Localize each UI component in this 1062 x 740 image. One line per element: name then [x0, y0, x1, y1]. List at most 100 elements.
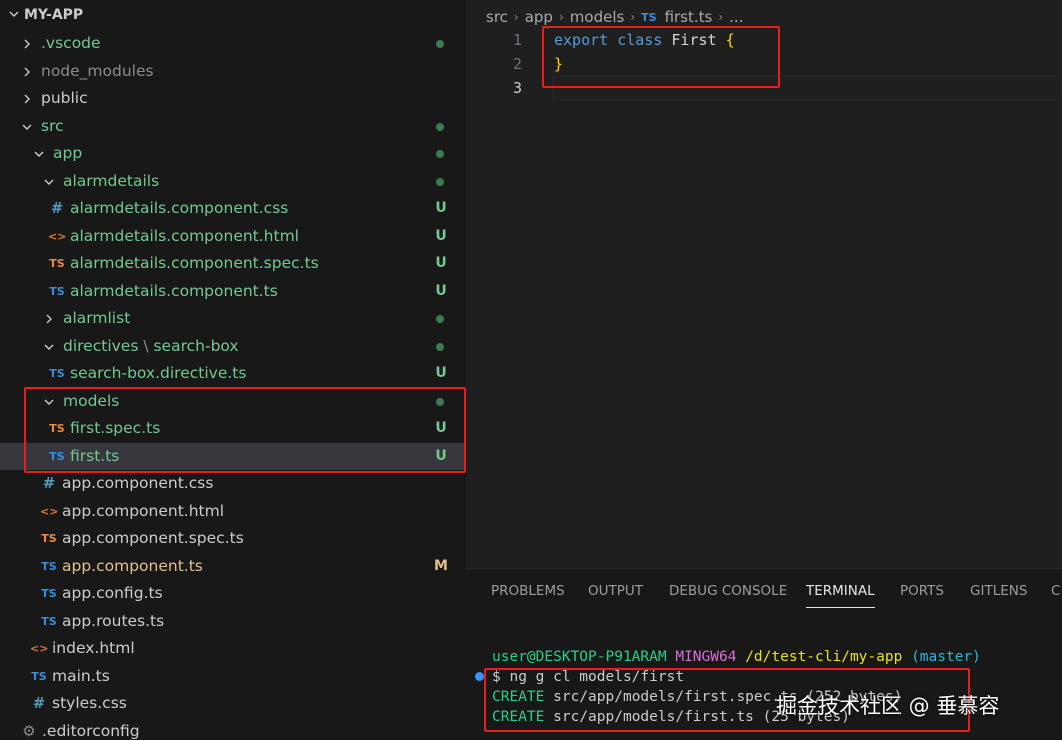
typescript-file-icon: TS — [41, 587, 57, 600]
watermark: 掘金技术社区 @ 垂慕容 — [776, 694, 1000, 718]
folder-row[interactable]: .vscode — [0, 30, 466, 57]
git-status-badge: U — [435, 227, 447, 244]
folder-row[interactable]: alarmdetails — [0, 168, 466, 195]
panel-tab-output[interactable]: OUTPUT — [588, 583, 643, 599]
typescript-file-icon: TS — [49, 367, 65, 380]
tree-item-label: first.spec.ts — [70, 419, 161, 437]
file-row[interactable]: # app.component.css — [0, 470, 466, 497]
typescript-file-icon: TS — [41, 532, 57, 545]
file-row[interactable]: TS app.component.spec.ts — [0, 525, 466, 552]
create-path: src/app/models/first.ts — [553, 709, 754, 725]
file-row[interactable]: # styles.css — [0, 690, 466, 717]
tree-item-label: app.component.html — [62, 501, 225, 520]
tree-item-label: alarmlist — [63, 309, 131, 327]
panel-tab-gitlens[interactable]: GITLENS — [970, 583, 1027, 599]
breadcrumb-item[interactable]: app — [525, 8, 553, 26]
code-line: 2} — [466, 52, 1062, 76]
terminal-command-marker — [475, 672, 484, 681]
css-file-icon: # — [50, 199, 64, 217]
chevron-down-icon — [44, 179, 54, 185]
folder-row[interactable]: node_modules — [0, 58, 466, 85]
tree-item-label: search-box.directive.ts — [70, 364, 247, 382]
breadcrumb-separator-icon: › — [630, 10, 636, 24]
code-line: 1 export class First { — [466, 28, 1062, 52]
git-changes-dot — [436, 40, 444, 48]
chevron-right-icon — [24, 39, 30, 49]
folder-row[interactable]: src — [0, 113, 466, 140]
git-changes-dot — [436, 397, 444, 406]
html-file-icon: <> — [40, 504, 59, 518]
git-changes-dot — [436, 150, 444, 158]
tree-item-label: app.component.spec.ts — [62, 529, 244, 547]
tree-item-label: alarmdetails.component.css — [70, 199, 289, 217]
file-row[interactable]: TS alarmdetails.component.spec.ts U — [0, 250, 466, 277]
chevron-down-icon — [44, 399, 54, 405]
file-row[interactable]: TS search-box.directive.ts U — [0, 360, 466, 387]
tree-item-label: .vscode — [41, 34, 101, 52]
file-row[interactable]: <> app.component.html — [0, 498, 466, 525]
tree-item-label: src — [41, 116, 64, 135]
file-row[interactable]: TS app.component.ts M — [0, 553, 466, 580]
panel-tab-terminal[interactable]: TERMINAL — [806, 583, 875, 608]
css-file-icon: # — [42, 474, 56, 492]
code-line: 3 — [466, 76, 1062, 100]
tree-item-label: models — [63, 391, 120, 410]
git-status-badge: U — [435, 365, 447, 381]
editor-area: src › app › models › TS first.ts ›... 1 export cl… — [466, 0, 1062, 568]
typescript-file-icon: TS — [49, 284, 65, 298]
folder-row[interactable]: public — [0, 85, 466, 112]
breadcrumb-item[interactable]: ... — [729, 8, 743, 26]
typescript-file-icon: TS — [31, 669, 47, 683]
panel-tab-debug-console[interactable]: DEBUG CONSOLE — [669, 583, 787, 599]
tree-item-label: styles.css — [52, 694, 127, 712]
chevron-right-icon — [24, 67, 30, 76]
chevron-right-icon — [24, 94, 30, 104]
file-row[interactable]: <> index.html — [0, 635, 466, 662]
breadcrumb-separator-icon: › — [718, 10, 724, 24]
explorer-sidebar: MY-APP .vscode node_modules public src app al… — [0, 0, 466, 740]
file-row[interactable]: TS first.ts U — [0, 442, 466, 470]
file-row[interactable]: TS alarmdetails.component.ts U — [0, 278, 466, 305]
file-row[interactable]: TS app.config.ts — [0, 580, 466, 607]
tree-item-label: .editorconfig — [42, 721, 140, 740]
typescript-file-icon: TS — [49, 449, 65, 463]
tree-item-label: app — [53, 144, 83, 162]
tree-item-label: app.component.css — [62, 474, 214, 492]
prompt-host: MINGW64 — [675, 649, 737, 665]
typescript-file-icon: TS — [41, 559, 57, 573]
git-changes-dot — [436, 315, 444, 323]
git-status-badge: M — [434, 557, 448, 574]
file-row[interactable]: # alarmdetails.component.css U — [0, 195, 466, 222]
breadcrumb-separator-icon: › — [558, 10, 564, 24]
file-row[interactable]: TS main.ts — [0, 663, 466, 690]
create-label: CREATE — [492, 689, 545, 705]
git-changes-dot — [436, 177, 444, 186]
breadcrumb-item[interactable]: models — [570, 8, 625, 26]
line-number: 2 — [512, 55, 522, 73]
folder-row[interactable]: models — [0, 388, 466, 415]
git-status-badge: U — [435, 200, 447, 216]
git-status-badge: U — [435, 255, 447, 271]
folder-row[interactable]: alarmlist — [0, 305, 466, 332]
panel-tab-c[interactable]: C — [1051, 583, 1060, 599]
tree-item-label: first.ts — [70, 446, 120, 465]
folder-row[interactable]: directives \ search-box — [0, 333, 466, 360]
folder-row[interactable]: app — [0, 140, 466, 167]
file-row[interactable]: TS app.routes.ts — [0, 608, 466, 635]
prompt-branch: (master) — [911, 649, 981, 665]
breadcrumb-item[interactable]: first.ts — [665, 8, 713, 26]
explorer-root-folder[interactable]: MY-APP — [0, 3, 466, 29]
panel-tab-problems[interactable]: PROBLEMS — [491, 583, 565, 599]
tree-item-label: main.ts — [52, 666, 110, 685]
line-number: 1 — [512, 31, 522, 49]
panel-tab-ports[interactable]: PORTS — [900, 583, 944, 599]
git-changes-dot — [436, 342, 444, 351]
file-row[interactable]: <> alarmdetails.component.html U — [0, 223, 466, 250]
breadcrumb-item[interactable]: src — [486, 8, 508, 26]
git-status-badge: U — [435, 447, 447, 464]
prompt-user: user@DESKTOP-P91ARAM — [492, 649, 667, 665]
tree-item-label: alarmdetails — [63, 171, 160, 190]
create-path: src/app/models/first.spec.ts — [553, 689, 798, 705]
file-row[interactable]: ⚙ .editorconfig — [0, 718, 466, 740]
file-row[interactable]: TS first.spec.ts U — [0, 415, 466, 442]
